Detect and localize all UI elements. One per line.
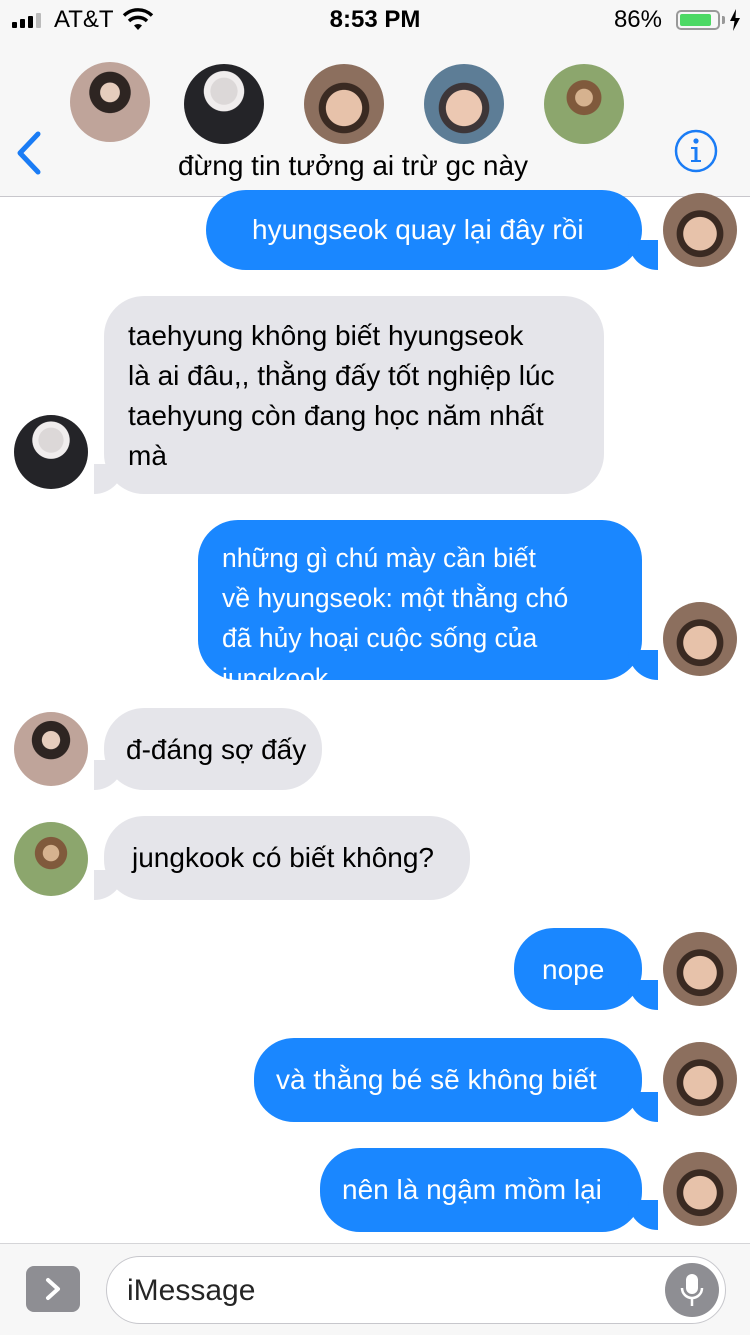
message-line: mà [128, 440, 167, 471]
bubble-tail [628, 1092, 658, 1122]
bubble-tail [628, 240, 658, 270]
message-text: hyungseok quay lại đây rồi [252, 214, 584, 245]
message-line: về hyungseok: một thằng chó [222, 583, 569, 613]
message-input[interactable] [125, 1267, 649, 1315]
incoming-message-bubble[interactable]: jungkook có biết không? [104, 816, 470, 900]
app-drawer-chevron-icon [46, 1278, 60, 1300]
charging-bolt-icon [730, 9, 740, 31]
bubble-tail [94, 760, 124, 790]
outgoing-message-bubble[interactable]: nên là ngậm mồm lại [320, 1148, 642, 1232]
sender-avatar[interactable] [663, 1042, 737, 1116]
group-name[interactable]: đừng tin tưởng ai trừ gc này [0, 150, 706, 182]
bubble-tail [94, 464, 124, 494]
bubble-tail [94, 870, 124, 900]
message-line: taehyung không biết hyungseok [128, 320, 524, 351]
message-text: nope [542, 954, 605, 985]
outgoing-message-bubble[interactable]: những gì chú mày cần biết về hyungseok: … [198, 520, 642, 693]
sender-avatar[interactable] [663, 193, 737, 267]
sender-avatar[interactable] [663, 1152, 737, 1226]
sender-avatar[interactable] [14, 822, 88, 896]
message-line: taehyung còn đang học năm nhất [128, 400, 544, 431]
message-line: là ai đâu,, thằng đấy tốt nghiệp lúc [128, 360, 555, 391]
bubble-tail [628, 980, 658, 1010]
incoming-message-bubble[interactable]: taehyung không biết hyungseok là ai đâu,… [104, 296, 604, 494]
battery-icon [676, 10, 720, 30]
participant-avatar[interactable] [184, 64, 264, 144]
battery-level [680, 14, 711, 26]
participant-avatar[interactable] [70, 62, 150, 142]
sender-avatar[interactable] [663, 932, 737, 1006]
outgoing-message-bubble[interactable]: nope [514, 928, 642, 1010]
microphone-icon [680, 1274, 704, 1306]
message-text: nên là ngậm mồm lại [342, 1174, 602, 1205]
message-text: đ-đáng sợ đấy [126, 734, 307, 765]
battery-tip [722, 16, 725, 24]
participant-avatar[interactable] [544, 64, 624, 144]
participant-avatar[interactable] [304, 64, 384, 144]
status-bar: AT&T 8:53 PM 86% [0, 0, 750, 40]
conversation-header: AT&T 8:53 PM 86% đừng tin tưởng ai trừ g… [0, 0, 750, 197]
incoming-message-bubble[interactable]: đ-đáng sợ đấy [104, 708, 322, 790]
sender-avatar[interactable] [14, 415, 88, 489]
message-text: jungkook có biết không? [132, 842, 434, 873]
message-text: và thằng bé sẽ không biết [276, 1064, 597, 1095]
outgoing-message-bubble[interactable]: hyungseok quay lại đây rồi [206, 190, 642, 270]
app-drawer-button[interactable] [26, 1266, 80, 1312]
sender-avatar[interactable] [14, 712, 88, 786]
sender-avatar[interactable] [663, 602, 737, 676]
message-composer [0, 1243, 750, 1335]
microphone-button[interactable] [665, 1263, 719, 1317]
bubble-tail [628, 1200, 658, 1230]
info-icon[interactable] [673, 128, 719, 174]
outgoing-message-bubble[interactable]: và thằng bé sẽ không biết [254, 1038, 642, 1122]
message-field[interactable] [106, 1256, 726, 1324]
message-line: những gì chú mày cần biết [222, 543, 536, 573]
battery-percentage: 86% [613, 6, 662, 33]
participant-avatar[interactable] [424, 64, 504, 144]
message-line: đã hủy hoại cuộc sống của jungkook [222, 623, 538, 693]
